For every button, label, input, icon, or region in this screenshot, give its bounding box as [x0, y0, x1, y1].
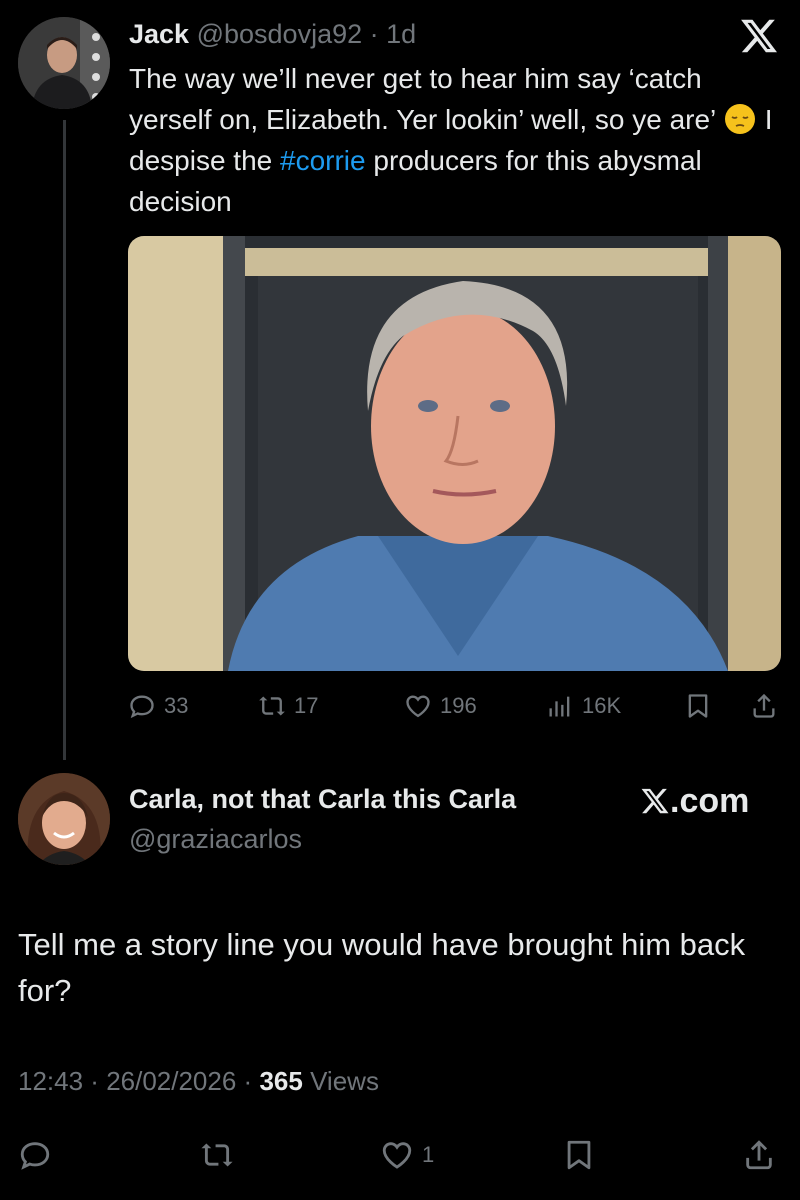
like-button[interactable]: 1: [380, 1135, 434, 1175]
time-ago[interactable]: 1d: [386, 19, 416, 49]
share-icon: [746, 1140, 772, 1170]
like-count: 196: [440, 693, 477, 718]
tweet-action-bar: 33 17 196 16K: [128, 688, 780, 724]
avatar-image: [18, 773, 110, 865]
reply-button[interactable]: 33: [128, 688, 188, 724]
author-avatar[interactable]: [18, 17, 110, 109]
xcom-brand-text: .com: [670, 782, 750, 820]
heart-icon: [406, 695, 430, 718]
bookmark-icon: [688, 694, 708, 718]
separator-dot: ·: [236, 1066, 260, 1096]
tweet-header: Jack @bosdovja92 · 1d: [129, 14, 416, 54]
reply-icon: [20, 1142, 50, 1170]
reply-icon: [130, 695, 154, 719]
reply-views-label: Views: [310, 1066, 379, 1096]
like-button[interactable]: 196: [404, 688, 477, 724]
repost-button[interactable]: [200, 1135, 234, 1175]
reply-meta: 12:43 · 26/02/2026 · 365 Views: [18, 1066, 379, 1097]
bookmark-button[interactable]: [684, 688, 712, 724]
separator-dot: ·: [362, 19, 387, 49]
pensive-face-emoji: [725, 104, 756, 134]
bookmark-icon: [567, 1140, 591, 1170]
reply-button[interactable]: [18, 1135, 52, 1175]
reply-author-handle[interactable]: @graziacarlos: [129, 824, 302, 855]
view-count: 16K: [582, 693, 622, 718]
repost-icon: [201, 1143, 233, 1167]
views-button[interactable]: 16K: [546, 688, 621, 724]
analytics-icon: [549, 696, 570, 717]
reply-time: 12:43: [18, 1066, 84, 1096]
heart-icon: [382, 1142, 412, 1169]
repost-button[interactable]: 17: [258, 688, 318, 724]
author-handle[interactable]: @bosdovja92: [197, 19, 363, 49]
hashtag-link[interactable]: #corrie: [280, 145, 366, 176]
like-count: 1: [422, 1142, 435, 1167]
avatar-image: [18, 17, 110, 109]
photo-image: [128, 236, 781, 671]
reply-text: Tell me a story line you would have brou…: [18, 927, 746, 1008]
x-logo-icon: [641, 788, 669, 814]
share-button[interactable]: [742, 1135, 776, 1175]
share-icon: [753, 693, 775, 718]
reply-author-name[interactable]: Carla, not that Carla this Carla: [129, 784, 516, 815]
reply-date: 26/02/2026: [106, 1066, 237, 1096]
bookmark-button[interactable]: [562, 1135, 596, 1175]
reply-count: 33: [164, 693, 189, 718]
x-logo-icon: [738, 16, 780, 56]
thread-line: [63, 120, 66, 760]
reply-action-bar: 1: [18, 1135, 784, 1175]
separator-dot: ·: [83, 1066, 107, 1096]
share-button[interactable]: [750, 688, 778, 724]
author-name[interactable]: Jack: [129, 19, 189, 49]
reply-views-count: 365: [259, 1066, 303, 1096]
repost-icon: [259, 696, 285, 716]
tweet-text-part: The way we’ll never get to hear him say …: [129, 63, 724, 135]
tweet-text: The way we’ll never get to hear him say …: [129, 58, 779, 222]
reply-author-avatar[interactable]: [18, 773, 110, 865]
repost-count: 17: [294, 693, 319, 718]
xcom-brand: .com: [640, 782, 749, 821]
tweet-photo[interactable]: [128, 236, 781, 671]
